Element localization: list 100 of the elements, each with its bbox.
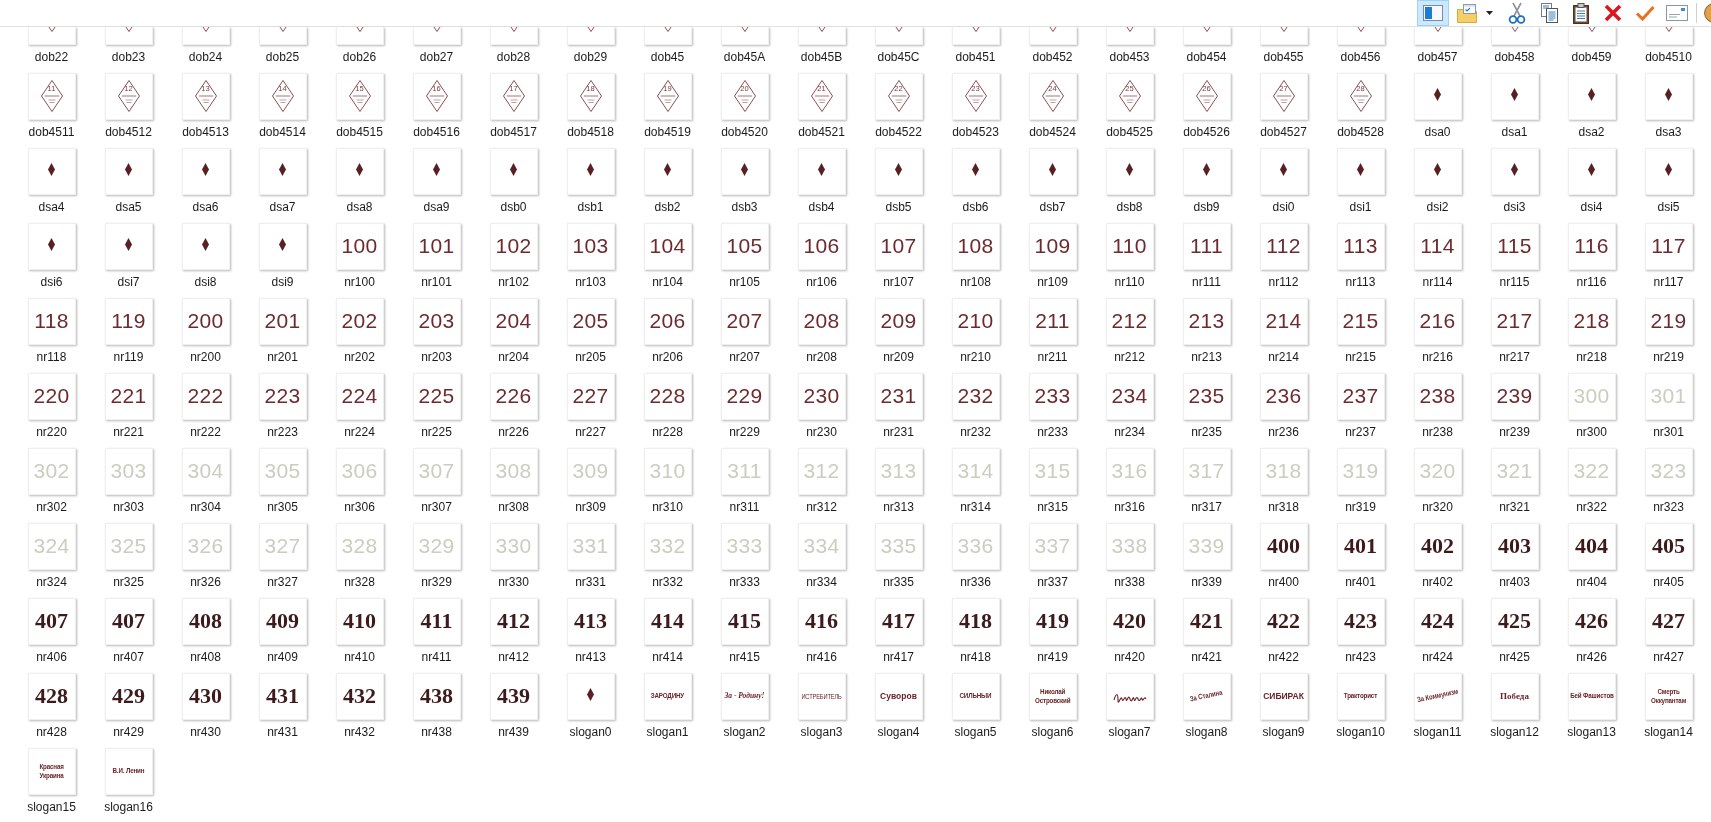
file-name[interactable]: dob4515	[336, 125, 383, 140]
file-name[interactable]: nr212	[1114, 350, 1145, 365]
file-thumbnail[interactable]: 206	[643, 298, 692, 345]
file-name[interactable]: dob4524	[1029, 125, 1076, 140]
file-thumbnail[interactable]	[1644, 73, 1693, 120]
file-name[interactable]: nr113	[1345, 275, 1376, 290]
file-name[interactable]: dob4512	[105, 125, 152, 140]
file-thumbnail[interactable]: 407	[27, 598, 76, 645]
file-thumbnail[interactable]	[797, 148, 846, 195]
file-thumbnail[interactable]: Смерть Оккупантам	[1644, 673, 1693, 720]
file-thumbnail[interactable]	[1490, 148, 1539, 195]
file-thumbnail[interactable]	[489, 148, 538, 195]
file-name[interactable]: dsb5	[885, 200, 912, 215]
file-thumbnail[interactable]: 119	[104, 298, 153, 345]
file-name[interactable]: slogan16	[104, 800, 153, 815]
file-thumbnail[interactable]	[181, 223, 230, 270]
file-name[interactable]: nr302	[36, 500, 67, 515]
file-name[interactable]: nr405	[1653, 575, 1684, 590]
file-thumbnail[interactable]	[566, 673, 615, 720]
file-name[interactable]: nr425	[1499, 650, 1530, 665]
file-thumbnail[interactable]	[1567, 148, 1616, 195]
file-name[interactable]: nr237	[1345, 425, 1376, 440]
file-thumbnail[interactable]: 211	[1028, 298, 1077, 345]
file-name[interactable]: nr402	[1422, 575, 1453, 590]
file-name[interactable]: dob451	[955, 50, 996, 65]
file-name[interactable]: nr428	[36, 725, 67, 740]
file-name[interactable]: dob4527	[1260, 125, 1307, 140]
file-thumbnail[interactable]: Бей Фашистов	[1567, 673, 1616, 720]
file-name[interactable]: slogan1	[646, 725, 689, 740]
file-thumbnail[interactable]	[1490, 27, 1539, 45]
file-name[interactable]: nr312	[806, 500, 837, 515]
file-name[interactable]: dob455	[1263, 50, 1304, 65]
file-thumbnail[interactable]: 439	[489, 673, 538, 720]
file-name[interactable]: nr321	[1499, 500, 1530, 515]
file-thumbnail[interactable]: Победа	[1490, 673, 1539, 720]
file-thumbnail[interactable]: 201	[258, 298, 307, 345]
file-name[interactable]: dsb0	[500, 200, 527, 215]
file-name[interactable]: slogan11	[1413, 725, 1462, 740]
file-name[interactable]: nr331	[575, 575, 606, 590]
file-name[interactable]: dob459	[1571, 50, 1612, 65]
file-name[interactable]: nr324	[36, 575, 67, 590]
file-name[interactable]: nr314	[960, 500, 991, 515]
file-name[interactable]: slogan14	[1644, 725, 1693, 740]
file-thumbnail[interactable]: 205	[566, 298, 615, 345]
file-thumbnail[interactable]: 438	[412, 673, 461, 720]
file-name[interactable]: nr202	[344, 350, 375, 365]
file-name[interactable]: nr112	[1268, 275, 1299, 290]
file-name[interactable]: nr236	[1268, 425, 1299, 440]
file-name[interactable]: dob4513	[182, 125, 229, 140]
file-name[interactable]: dob457	[1417, 50, 1458, 65]
file-thumbnail[interactable]: 224	[335, 373, 384, 420]
file-thumbnail[interactable]: 415	[720, 598, 769, 645]
file-name[interactable]: dsi3	[1503, 200, 1526, 215]
file-name[interactable]: nr116	[1576, 275, 1607, 290]
file-thumbnail[interactable]: 114	[1413, 223, 1462, 270]
file-thumbnail[interactable]: 107	[874, 223, 923, 270]
file-name[interactable]: nr404	[1576, 575, 1607, 590]
file-name[interactable]: nr104	[652, 275, 683, 290]
file-thumbnail[interactable]: 202	[335, 298, 384, 345]
file-name[interactable]: slogan4	[877, 725, 920, 740]
file-name[interactable]: nr213	[1191, 350, 1222, 365]
file-thumbnail[interactable]: 411	[412, 598, 461, 645]
file-name[interactable]: nr306	[344, 500, 375, 515]
file-name[interactable]: nr426	[1576, 650, 1607, 665]
file-name[interactable]: nr439	[498, 725, 529, 740]
file-thumbnail[interactable]: 218	[1567, 298, 1616, 345]
file-thumbnail[interactable]: 226	[489, 373, 538, 420]
file-thumbnail[interactable]	[258, 223, 307, 270]
file-thumbnail[interactable]	[874, 148, 923, 195]
file-thumbnail[interactable]	[489, 27, 538, 45]
file-thumbnail[interactable]: 426	[1567, 598, 1616, 645]
file-name[interactable]: nr103	[575, 275, 606, 290]
file-name[interactable]: slogan12	[1490, 725, 1539, 740]
file-name[interactable]: dob28	[496, 50, 531, 65]
file-thumbnail[interactable]: 432	[335, 673, 384, 720]
file-thumbnail[interactable]: 210	[951, 298, 1000, 345]
file-thumbnail[interactable]: 419	[1028, 598, 1077, 645]
file-name[interactable]: dsi2	[1426, 200, 1449, 215]
file-name[interactable]: nr215	[1345, 350, 1376, 365]
file-name[interactable]: nr330	[498, 575, 529, 590]
file-name[interactable]: nr221	[113, 425, 144, 440]
file-name[interactable]: nr311	[729, 500, 760, 515]
file-thumbnail[interactable]	[1490, 73, 1539, 120]
file-name[interactable]: nr325	[113, 575, 144, 590]
file-thumbnail[interactable]: 217	[1490, 298, 1539, 345]
file-name[interactable]: nr205	[575, 350, 606, 365]
file-name[interactable]: dsa3	[1655, 125, 1682, 140]
file-name[interactable]: nr102	[498, 275, 529, 290]
file-thumbnail[interactable]: 101	[412, 223, 461, 270]
file-name[interactable]: dob4521	[798, 125, 845, 140]
file-thumbnail[interactable]: 422	[1259, 598, 1308, 645]
file-name[interactable]: dsa5	[115, 200, 142, 215]
file-thumbnail[interactable]	[412, 148, 461, 195]
file-name[interactable]: nr232	[960, 425, 991, 440]
file-thumbnail[interactable]: 238	[1413, 373, 1462, 420]
file-thumbnail[interactable]: 208	[797, 298, 846, 345]
file-name[interactable]: nr424	[1422, 650, 1453, 665]
file-name[interactable]: dsi0	[1272, 200, 1295, 215]
file-name[interactable]: dob456	[1340, 50, 1381, 65]
file-thumbnail[interactable]: 423	[1336, 598, 1385, 645]
